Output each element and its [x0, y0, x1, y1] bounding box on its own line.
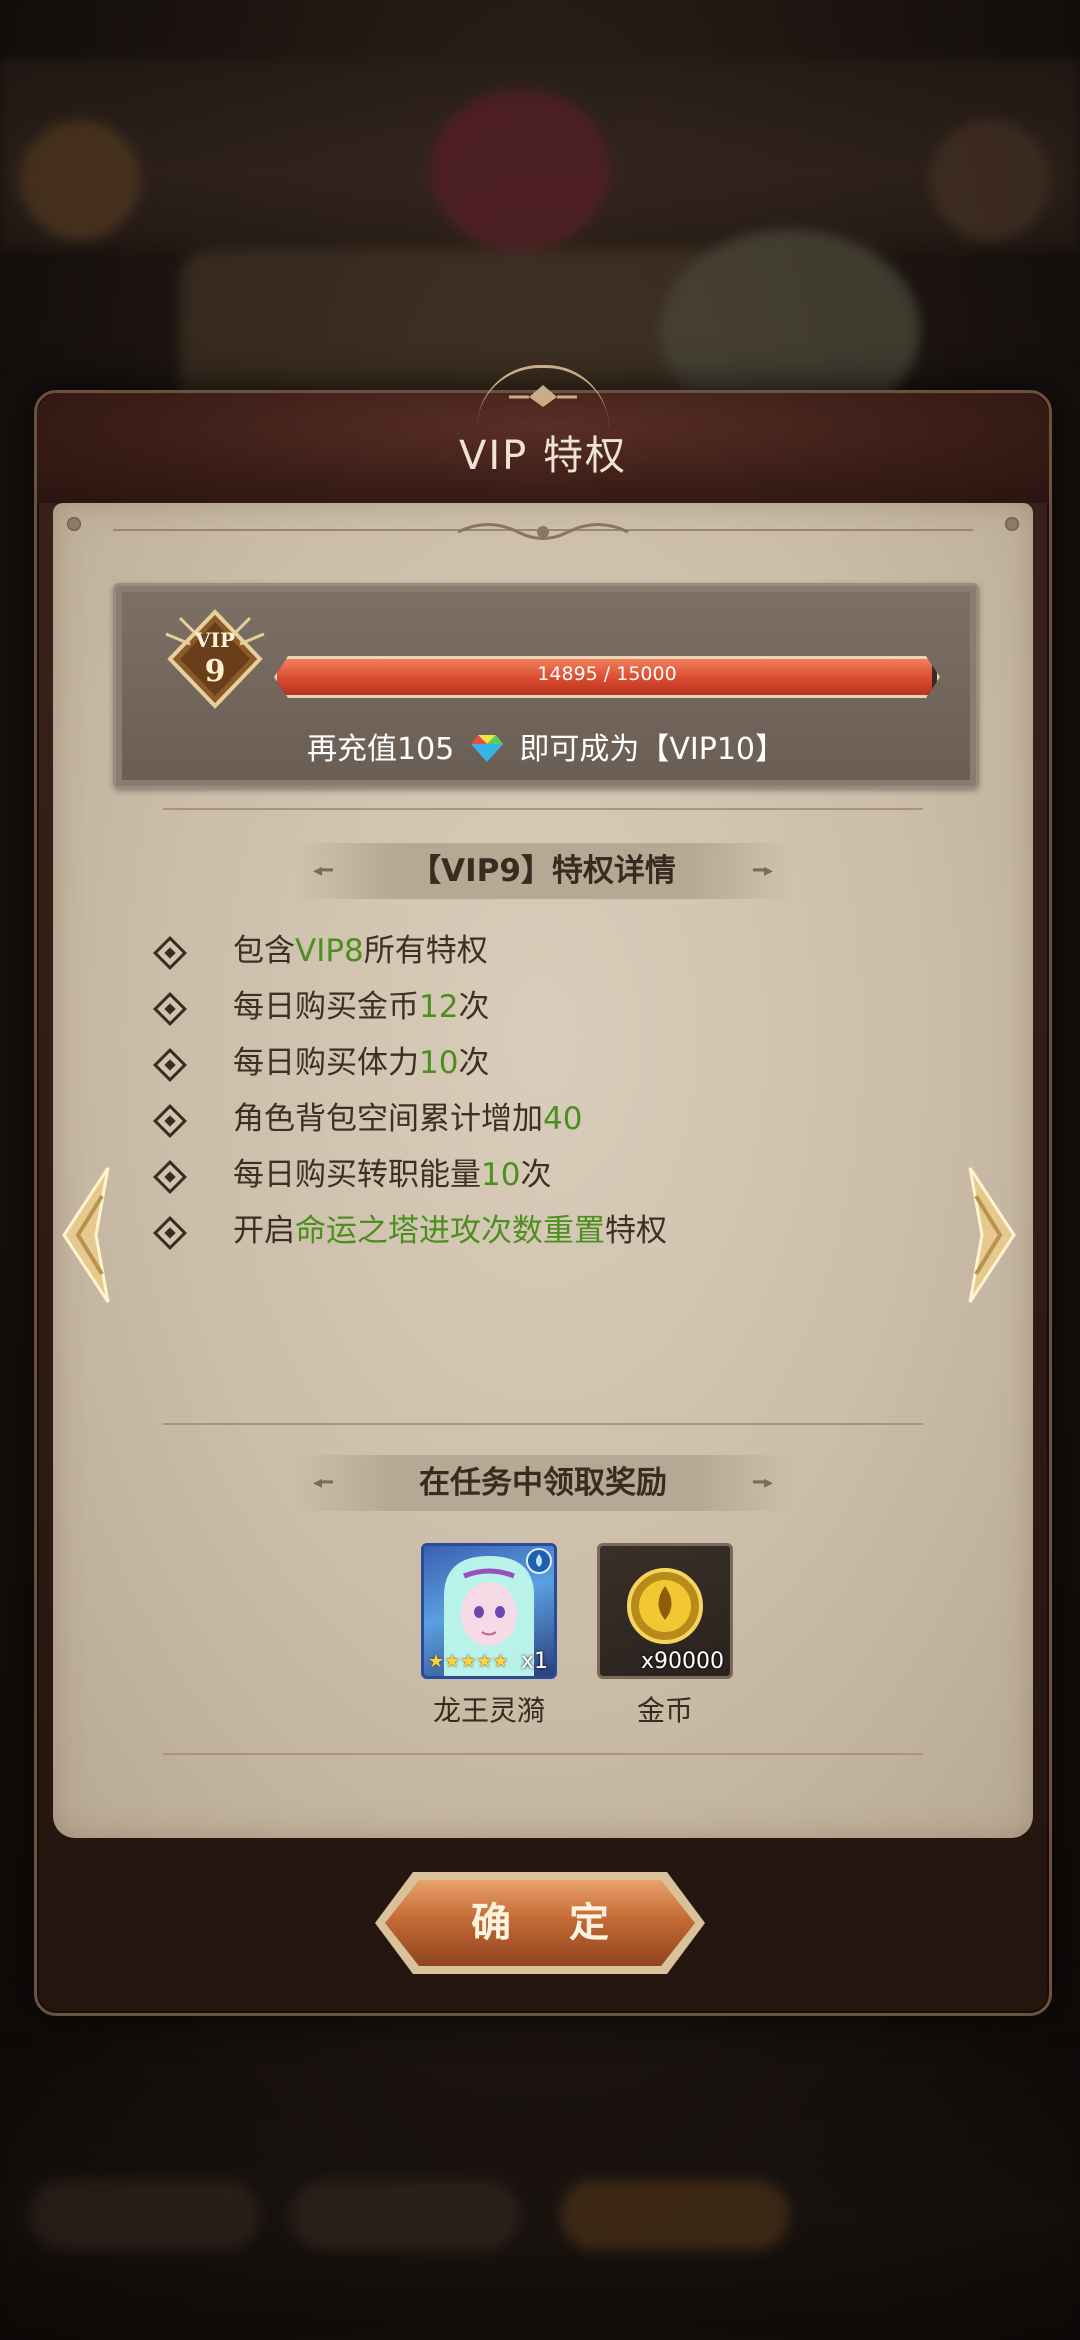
vip-privilege-dialog: VIP 特权 VIP 9 14895 / 15000 再充值105 即可成为【V… — [34, 365, 1052, 2016]
reward-count: x90000 — [640, 1649, 724, 1674]
privilege-list: 包含VIP8所有特权 每日购买金币12次 每日购买体力10次 角色背包空间累计增加40… — [153, 923, 918, 1259]
privilege-text: 开启命运之塔进攻次数重置特权 — [233, 1203, 667, 1259]
privilege-highlight: VIP8 — [295, 933, 364, 969]
ornament-icon — [457, 523, 629, 540]
next-level-arrow-icon[interactable] — [962, 1160, 1022, 1310]
privilege-highlight: 10 — [481, 1157, 521, 1193]
privilege-item: 每日购买转职能量10次 — [153, 1147, 918, 1203]
vip-progress-text: 14895 / 15000 — [537, 663, 677, 685]
dialog-title: VIP 特权 — [459, 433, 627, 479]
privilege-segment: 角色背包空间累计增加 — [233, 1101, 543, 1137]
privilege-segment: 开启 — [233, 1213, 295, 1249]
reward-section-header: ◂━ 在任务中领取奖励 ━▸ — [293, 1455, 793, 1511]
header-crest-icon — [509, 385, 577, 407]
bullet-diamond-icon — [153, 992, 187, 1026]
vip-level: 9 — [204, 654, 226, 689]
privilege-text: 角色背包空间累计增加40 — [233, 1091, 582, 1147]
dialog-header: VIP 特权 — [37, 365, 1049, 503]
privilege-segment: 每日购买转职能量 — [233, 1157, 481, 1193]
privilege-text: 每日购买转职能量10次 — [233, 1147, 551, 1203]
reward-count: x1 — [520, 1649, 548, 1674]
reward-section-title: 在任务中领取奖励 — [419, 1465, 667, 1501]
bullet-diamond-icon — [153, 1216, 187, 1250]
content-panel: VIP 9 14895 / 15000 再充值105 即可成为【VIP10】 ◂… — [53, 503, 1033, 1838]
confirm-button[interactable]: 确 定 — [385, 1880, 695, 1966]
reward-item-hero[interactable]: ★★★★★ x1 龙王灵漪 — [421, 1543, 557, 1729]
vip-badge: VIP 9 — [160, 604, 270, 714]
diamond-gem-icon — [470, 735, 503, 762]
privilege-segment: 特权 — [605, 1213, 667, 1249]
bullet-diamond-icon — [153, 1104, 187, 1138]
recharge-hint: 再充值105 即可成为【VIP10】 — [116, 724, 976, 768]
privilege-highlight: 12 — [419, 989, 459, 1025]
privilege-item: 包含VIP8所有特权 — [153, 923, 918, 979]
reward-item-gold[interactable]: x90000 金币 — [597, 1543, 733, 1729]
prev-level-arrow-icon[interactable] — [56, 1160, 116, 1310]
privilege-item: 角色背包空间累计增加40 — [153, 1091, 918, 1147]
privilege-text: 每日购买金币12次 — [233, 979, 489, 1035]
vip-progress-bar: 14895 / 15000 — [274, 656, 940, 698]
reward-name: 龙王灵漪 — [432, 1694, 545, 1727]
privilege-highlight: 10 — [419, 1045, 459, 1081]
privilege-highlight: 命运之塔进攻次数重置 — [295, 1213, 605, 1249]
recharge-prefix: 再充值105 — [307, 732, 455, 767]
privilege-segment: 每日购买体力 — [233, 1045, 419, 1081]
reward-name: 金币 — [636, 1694, 693, 1727]
privilege-item: 每日购买金币12次 — [153, 979, 918, 1035]
vip-progress-box: VIP 9 14895 / 15000 再充值105 即可成为【VIP10】 — [113, 583, 979, 789]
star-rating: ★★★★★ — [428, 1651, 509, 1672]
privilege-text: 每日购买体力10次 — [233, 1035, 489, 1091]
privilege-segment: 所有特权 — [363, 933, 488, 969]
privilege-segment: 包含 — [233, 933, 295, 969]
privilege-section-title: 【VIP9】特权详情 — [410, 853, 676, 889]
bullet-diamond-icon — [153, 1048, 187, 1082]
privilege-highlight: 40 — [543, 1101, 583, 1137]
privilege-segment: 次 — [458, 989, 490, 1025]
privilege-segment: 每日购买金币 — [233, 989, 419, 1025]
privilege-section-header: ◂━ 【VIP9】特权详情 ━▸ — [293, 843, 793, 899]
water-element-icon — [526, 1548, 552, 1574]
bullet-diamond-icon — [153, 936, 187, 970]
recharge-suffix: 即可成为【VIP10】 — [519, 732, 785, 767]
privilege-segment: 次 — [458, 1045, 490, 1081]
privilege-item: 每日购买体力10次 — [153, 1035, 918, 1091]
bullet-diamond-icon — [153, 1160, 187, 1194]
privilege-segment: 次 — [520, 1157, 552, 1193]
privilege-text: 包含VIP8所有特权 — [233, 923, 488, 979]
privilege-item: 开启命运之塔进攻次数重置特权 — [153, 1203, 918, 1259]
vip-label: VIP — [195, 628, 235, 652]
